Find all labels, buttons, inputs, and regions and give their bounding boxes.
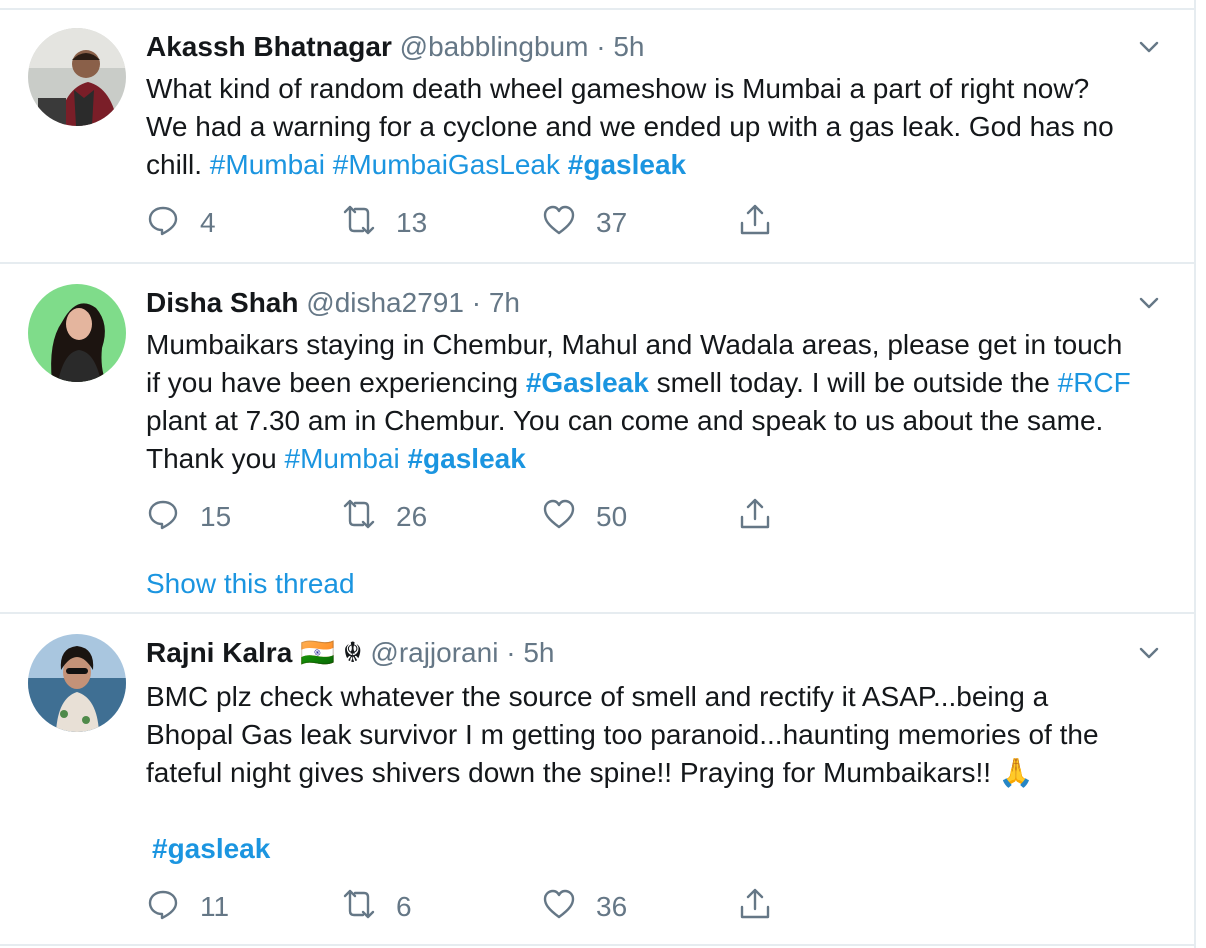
tweet-header: Akassh Bhatnagar @babblingbum · 5h (146, 30, 644, 64)
name-emoji-suffix: 🇮🇳 ☬ (300, 637, 363, 668)
hashtag-link[interactable]: #gasleak (568, 149, 686, 180)
retweet-button[interactable]: 6 (342, 887, 412, 927)
text-segment: BMC plz check whatever the source of sme… (146, 681, 1099, 788)
reply-button[interactable]: 4 (146, 203, 216, 243)
text-segment (560, 149, 568, 180)
author-handle[interactable]: @rajjorani (370, 637, 498, 668)
tweet-header: Disha Shah @disha2791 · 7h (146, 286, 520, 320)
like-icon (542, 887, 576, 928)
chevron-down-icon[interactable] (1138, 642, 1160, 664)
retweet-count: 13 (396, 207, 428, 238)
like-count: 50 (596, 501, 628, 532)
reply-icon (146, 203, 180, 244)
share-icon (738, 497, 772, 538)
like-icon (542, 203, 576, 244)
author-handle[interactable]: @disha2791 (306, 287, 464, 318)
reply-button[interactable]: 15 (146, 497, 231, 537)
hashtag-link[interactable]: #gasleak (152, 833, 270, 864)
tweet-text: BMC plz check whatever the source of sme… (146, 678, 1134, 792)
tweet-1[interactable]: Akassh Bhatnagar @babblingbum · 5h What … (0, 10, 1194, 264)
tweet-text: What kind of random death wheel gameshow… (146, 70, 1134, 184)
tweet-actions: 4 13 37 (146, 203, 786, 243)
hashtag-link[interactable]: #gasleak (407, 443, 525, 474)
share-button[interactable] (738, 203, 772, 243)
tweet-time[interactable]: 7h (489, 287, 520, 318)
tweet-text: Mumbaikars staying in Chembur, Mahul and… (146, 326, 1134, 478)
author-name[interactable]: Disha Shah (146, 287, 298, 318)
tweet-2[interactable]: Disha Shah @disha2791 · 7h Mumbaikars st… (0, 264, 1194, 614)
tweet-3[interactable]: Rajni Kalra 🇮🇳 ☬ @rajjorani · 5h BMC plz… (0, 614, 1194, 946)
feed-top-divider (0, 0, 1194, 10)
tweet-header: Rajni Kalra 🇮🇳 ☬ @rajjorani · 5h (146, 636, 554, 670)
tweet-actions: 15 26 50 (146, 497, 786, 537)
separator-dot: · (471, 287, 482, 318)
praying-hands-emoji: 🙏 (998, 757, 1034, 788)
tweet-extra-tag: #gasleak (152, 830, 1134, 868)
like-button[interactable]: 50 (542, 497, 627, 537)
reply-icon (146, 887, 180, 928)
like-button[interactable]: 36 (542, 887, 627, 927)
reply-button[interactable]: 11 (146, 887, 229, 927)
tweet-feed: Akassh Bhatnagar @babblingbum · 5h What … (0, 0, 1196, 948)
text-segment (325, 149, 333, 180)
hashtag-link[interactable]: #MumbaiGasLeak (333, 149, 560, 180)
retweet-icon (342, 203, 376, 244)
share-button[interactable] (738, 887, 772, 927)
reply-count: 15 (200, 501, 232, 532)
author-name[interactable]: Rajni Kalra (146, 637, 292, 668)
retweet-icon (342, 497, 376, 538)
share-icon (738, 887, 772, 928)
text-segment: smell today. I will be outside the (648, 367, 1058, 398)
chevron-down-icon[interactable] (1138, 292, 1160, 314)
like-icon (542, 497, 576, 538)
avatar[interactable] (28, 634, 126, 732)
avatar[interactable] (28, 284, 126, 382)
retweet-icon (342, 887, 376, 928)
author-name[interactable]: Akassh Bhatnagar (146, 31, 392, 62)
like-count: 37 (596, 207, 628, 238)
retweet-count: 26 (396, 501, 428, 532)
share-icon (738, 203, 772, 244)
reply-count: 11 (200, 891, 230, 922)
tweet-time[interactable]: 5h (523, 637, 554, 668)
hashtag-link[interactable]: #Mumbai (210, 149, 325, 180)
reply-icon (146, 497, 180, 538)
reply-count: 4 (200, 207, 216, 238)
retweet-button[interactable]: 26 (342, 497, 427, 537)
like-count: 36 (596, 891, 628, 922)
separator-dot: · (596, 31, 606, 62)
chevron-down-icon[interactable] (1138, 36, 1160, 58)
hashtag-link[interactable]: #Mumbai (285, 443, 400, 474)
avatar[interactable] (28, 28, 126, 126)
author-handle[interactable]: @babblingbum (400, 31, 589, 62)
share-button[interactable] (738, 497, 772, 537)
retweet-count: 6 (396, 891, 412, 922)
tweet-time[interactable]: 5h (613, 31, 644, 62)
show-thread-link[interactable]: Show this thread (146, 568, 355, 600)
hashtag-link[interactable]: #RCF (1058, 367, 1131, 398)
separator-dot: · (506, 637, 516, 668)
hashtag-link[interactable]: #Gasleak (526, 367, 649, 398)
retweet-button[interactable]: 13 (342, 203, 427, 243)
tweet-actions: 11 6 36 (146, 887, 786, 927)
like-button[interactable]: 37 (542, 203, 627, 243)
